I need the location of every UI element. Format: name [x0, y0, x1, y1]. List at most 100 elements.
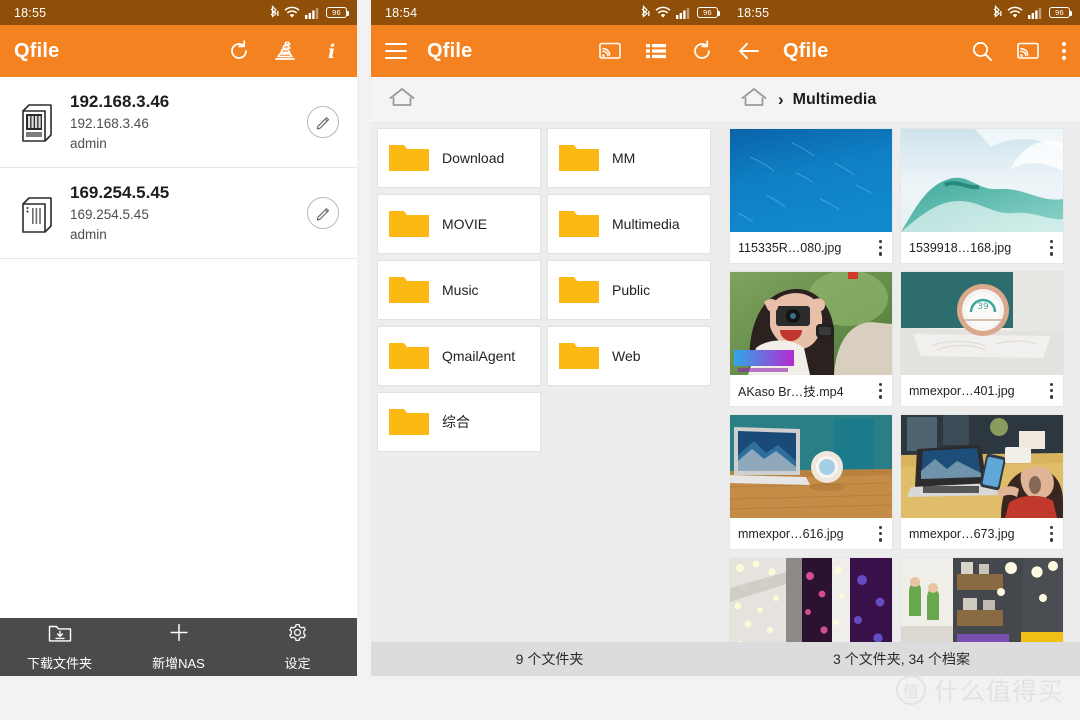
- item-count-bar: 3 个文件夹, 34 个档案: [723, 642, 1080, 676]
- status-icons: 96: [991, 5, 1072, 20]
- folder-card[interactable]: Public: [547, 260, 711, 320]
- folder-icon: [558, 208, 600, 240]
- thumbnail-laptop-woman: [901, 415, 1063, 518]
- folder-name: Multimedia: [612, 216, 680, 232]
- media-card[interactable]: 39 mmexpor…401.jpg: [900, 271, 1064, 407]
- app-bar: Qfile: [723, 25, 1080, 77]
- info-icon[interactable]: i: [319, 39, 343, 63]
- status-clock: 18:55: [14, 5, 47, 20]
- folder-card[interactable]: Download: [377, 128, 541, 188]
- download-folder-label: 下载文件夹: [26, 656, 92, 671]
- refresh-icon[interactable]: [690, 39, 714, 63]
- status-icons: 96: [268, 5, 349, 20]
- media-card-footer: mmexpor…673.jpg: [901, 518, 1063, 549]
- app-title: Qfile: [783, 39, 829, 62]
- status-clock: 18:54: [385, 5, 418, 20]
- status-clock: 18:55: [737, 5, 770, 20]
- refresh-icon[interactable]: [227, 39, 251, 63]
- status-bar: 18:55 96: [723, 0, 1080, 25]
- wifi-icon: [1007, 6, 1023, 19]
- media-card-footer: 1539918…168.jpg: [901, 232, 1063, 263]
- folder-icon: [558, 274, 600, 306]
- status-bar: 18:55 96: [0, 0, 357, 25]
- breadcrumb-path: Multimedia: [792, 90, 877, 108]
- add-nas-button[interactable]: 新增NAS: [119, 622, 238, 672]
- media-card[interactable]: 115335R…080.jpg: [729, 128, 893, 264]
- media-overflow-icon[interactable]: [1049, 239, 1053, 256]
- battery-level: 96: [1055, 7, 1064, 17]
- folder-name: 综合: [442, 414, 470, 430]
- hamburger-icon[interactable]: [385, 43, 407, 59]
- battery-icon: 96: [697, 7, 720, 18]
- thumbnail-laptop-desk: [730, 415, 892, 518]
- edit-nas-button[interactable]: [307, 197, 339, 230]
- overflow-menu-icon[interactable]: [1062, 42, 1066, 60]
- media-card[interactable]: 1539918…168.jpg: [900, 128, 1064, 264]
- list-view-icon[interactable]: [644, 39, 668, 63]
- wifi-icon: [284, 6, 300, 19]
- file-name: AKaso Br…技.mp4: [738, 385, 844, 399]
- media-overflow-icon[interactable]: [878, 525, 882, 542]
- file-name: mmexpor…616.jpg: [738, 526, 844, 541]
- status-bar: 18:54 96: [371, 0, 728, 25]
- thumbnail-ocean-blue: [730, 129, 892, 232]
- media-overflow-icon[interactable]: [1049, 525, 1053, 542]
- nas-device-info: 192.168.3.46 192.168.3.46 admin: [60, 91, 307, 153]
- folder-card[interactable]: Music: [377, 260, 541, 320]
- cast-icon[interactable]: [598, 39, 622, 63]
- nas-device-name: 192.168.3.46: [70, 92, 170, 111]
- breadcrumb: › Multimedia: [723, 77, 1080, 123]
- nas-device-host: 192.168.3.46: [70, 115, 149, 131]
- folder-card[interactable]: Web: [547, 326, 711, 386]
- folder-card[interactable]: MM: [547, 128, 711, 188]
- folder-card[interactable]: Multimedia: [547, 194, 711, 254]
- download-folder-icon: [48, 622, 72, 648]
- nas-device-row[interactable]: 192.168.3.46 192.168.3.46 admin: [0, 77, 357, 169]
- back-arrow-icon[interactable]: [737, 39, 761, 63]
- app-bar: Qfile: [371, 25, 728, 77]
- svg-text:i: i: [328, 41, 335, 63]
- screenshot-stage: 18:55 96 Qfile i 192.168.3.46 192.168.3.…: [0, 0, 1080, 720]
- edit-nas-button[interactable]: [307, 106, 339, 139]
- home-icon[interactable]: [387, 85, 417, 114]
- media-overflow-icon[interactable]: [878, 239, 882, 256]
- thumbnail-woman-camera: [730, 272, 892, 375]
- media-card[interactable]: mmexpor…616.jpg: [729, 414, 893, 550]
- nas-device-user: admin: [70, 226, 107, 242]
- download-folder-button[interactable]: 下载文件夹: [0, 622, 119, 672]
- item-count-text: 9 个文件夹: [515, 651, 584, 667]
- add-nas-label: 新增NAS: [152, 656, 205, 671]
- item-count-text: 3 个文件夹, 34 个档案: [833, 651, 970, 667]
- cast-icon[interactable]: [1016, 39, 1040, 63]
- folder-icon: [558, 340, 600, 372]
- breadcrumb: [371, 77, 728, 123]
- folder-name: QmailAgent: [442, 348, 516, 364]
- folder-icon: [388, 340, 430, 372]
- wifi-icon: [655, 6, 671, 19]
- media-overflow-icon[interactable]: [1049, 382, 1053, 399]
- nas-device-info: 169.254.5.45 169.254.5.45 admin: [60, 182, 307, 244]
- search-icon[interactable]: [970, 39, 994, 63]
- thumbnail-wave-white: [901, 129, 1063, 232]
- transfer-log-icon[interactable]: [273, 39, 297, 63]
- media-card[interactable]: mmexpor…673.jpg: [900, 414, 1064, 550]
- folder-card[interactable]: MOVIE: [377, 194, 541, 254]
- folder-card[interactable]: QmailAgent: [377, 326, 541, 386]
- media-grid: 115335R…080.jpg 1539918…168.jpg AKaso Br…: [729, 128, 1074, 662]
- media-card[interactable]: AKaso Br…技.mp4: [729, 271, 893, 407]
- media-overflow-icon[interactable]: [878, 382, 882, 399]
- signal-icon: [305, 7, 319, 19]
- folder-name: MM: [612, 150, 636, 166]
- app-bar: Qfile i: [0, 25, 357, 77]
- bluetooth-icon: [991, 5, 1002, 20]
- folder-grid-area: Download MM MOVIE Multimedia Music Publi…: [371, 123, 728, 653]
- nas-device-row[interactable]: 169.254.5.45 169.254.5.45 admin: [0, 168, 357, 260]
- app-title: Qfile: [14, 39, 60, 62]
- empty-list-area: [0, 259, 357, 640]
- folder-card[interactable]: 综合: [377, 392, 541, 452]
- folder-name: Music: [442, 282, 479, 298]
- settings-button[interactable]: 设定: [238, 622, 357, 672]
- home-icon[interactable]: [739, 85, 769, 114]
- folder-name: MOVIE: [442, 216, 488, 232]
- nas-device-name: 169.254.5.45: [70, 183, 170, 203]
